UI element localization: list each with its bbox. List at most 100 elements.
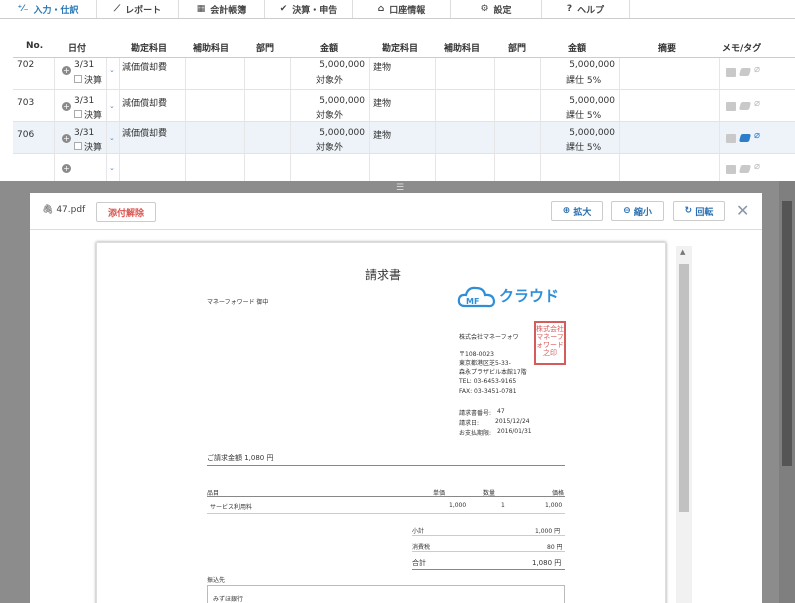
settle-checkbox[interactable] — [74, 142, 82, 150]
divider — [207, 465, 565, 466]
credit-tax[interactable]: 課仕 5% — [566, 73, 601, 86]
nav-item-books[interactable]: ▦ 会計帳簿 — [179, 0, 265, 18]
page-scrollbar[interactable] — [779, 181, 795, 603]
row-date[interactable]: 3/31 — [74, 128, 94, 138]
table-row[interactable]: 702 + 3/31 決算 ⌄ 減価償却費 5,000,000 対象外 建物 5… — [13, 58, 795, 90]
row-date[interactable]: 3/31 — [74, 96, 94, 106]
credit-tax[interactable]: 課仕 5% — [566, 108, 601, 121]
credit-amount[interactable]: 5,000,000 — [553, 96, 615, 106]
col-credit-account: 勘定科目 — [382, 44, 419, 54]
invoice-no: 47 — [497, 408, 505, 415]
memo-icon[interactable] — [726, 68, 736, 77]
credit-account[interactable]: 建物 — [373, 60, 391, 73]
debit-tax[interactable]: 対象外 — [316, 108, 343, 121]
rotate-button[interactable]: ↻ 回転 — [673, 201, 725, 221]
row-no: 702 — [17, 60, 35, 70]
credit-amount[interactable]: 5,000,000 — [553, 128, 615, 138]
debit-amount[interactable]: 5,000,000 — [303, 128, 365, 138]
viewer-scrollbar-thumb[interactable] — [679, 264, 689, 512]
company-zip: 〒108-0023 — [459, 351, 494, 358]
divider — [412, 569, 565, 570]
chevron-down-icon[interactable]: ⌄ — [109, 102, 115, 110]
memo-icon[interactable] — [726, 165, 736, 174]
credit-account[interactable]: 建物 — [373, 128, 391, 141]
paperclip-icon[interactable]: ⌀ — [754, 64, 760, 75]
debit-amount[interactable]: 5,000,000 — [303, 96, 365, 106]
divider — [540, 122, 541, 153]
debit-account[interactable]: 減価償却費 — [122, 96, 167, 109]
tag-icon[interactable] — [738, 68, 752, 76]
zoom-in-icon: ⊕ — [562, 206, 571, 216]
divider — [619, 122, 620, 153]
nav-item-settlement[interactable]: ✔ 決算・申告 — [265, 0, 353, 18]
nav-item-settings[interactable]: ⚙ 設定 — [451, 0, 542, 18]
settle-checkbox[interactable] — [74, 110, 82, 118]
company-fax: FAX: 03-3451-0781 — [459, 388, 517, 395]
col-debit-account: 勘定科目 — [131, 44, 168, 54]
divider — [54, 122, 55, 153]
zoom-out-button[interactable]: ⊖ 縮小 — [611, 201, 664, 221]
debit-tax[interactable]: 対象外 — [316, 73, 343, 86]
divider — [619, 58, 620, 89]
check-icon: ✔ — [279, 4, 288, 14]
divider — [106, 154, 107, 183]
book-icon: ▦ — [196, 4, 206, 14]
divider — [119, 90, 120, 121]
viewer-scrollbar[interactable]: ▲ — [676, 246, 692, 603]
logo-text: クラウド — [499, 287, 560, 305]
zoom-in-button[interactable]: ⊕ 拡大 — [551, 201, 603, 221]
page-scrollbar-thumb[interactable] — [782, 201, 792, 466]
debit-account[interactable]: 減価償却費 — [122, 60, 167, 73]
divider — [435, 90, 436, 121]
nav-item-input[interactable]: ⁺⁄₋ 入力・仕訳 — [0, 0, 97, 18]
tax-value: 80 円 — [547, 544, 563, 551]
nav-label: ヘルプ — [577, 5, 605, 16]
nav-item-report[interactable]: ⟋ レポート — [97, 0, 179, 18]
attachment-file[interactable]: 🖇 47.pdf — [42, 205, 85, 215]
zoom-in-label: 拡大 — [573, 207, 592, 218]
tag-icon[interactable] — [738, 102, 752, 110]
divider — [244, 58, 245, 89]
add-row-icon[interactable]: + — [62, 66, 71, 75]
invoice-date: 2015/12/24 — [495, 418, 530, 425]
chevron-down-icon[interactable]: ⌄ — [109, 164, 115, 172]
memo-icon[interactable] — [726, 134, 736, 143]
detach-button[interactable]: 添付解除 — [96, 202, 156, 222]
table-row[interactable]: 706 + 3/31 決算 ⌄ 減価償却費 5,000,000 対象外 建物 5… — [13, 122, 795, 154]
debit-amount[interactable]: 5,000,000 — [303, 60, 365, 70]
debit-account[interactable]: 減価償却費 — [122, 126, 167, 139]
chevron-down-icon[interactable]: ⌄ — [109, 66, 115, 74]
table-row[interactable]: 703 + 3/31 決算 ⌄ 減価償却費 5,000,000 対象外 建物 5… — [13, 90, 795, 122]
add-row-icon[interactable]: + — [62, 134, 71, 143]
add-row-icon[interactable]: + — [62, 164, 71, 173]
bank-name: みずほ銀行 — [213, 596, 244, 603]
close-icon[interactable]: ✕ — [736, 201, 749, 220]
nav-item-accounts[interactable]: ⌂ 口座情報 — [353, 0, 451, 18]
row-date[interactable]: 3/31 — [74, 60, 94, 70]
credit-account[interactable]: 建物 — [373, 96, 391, 109]
col-summary: 摘要 — [658, 44, 677, 54]
row-no: 706 — [17, 130, 35, 140]
scroll-up-icon[interactable]: ▲ — [680, 248, 685, 256]
rotate-icon: ↻ — [684, 206, 693, 216]
credit-tax[interactable]: 課仕 5% — [566, 140, 601, 153]
tag-icon[interactable] — [738, 134, 752, 142]
paperclip-icon[interactable]: ⌀ — [754, 130, 760, 141]
col-date: 日付 — [68, 44, 87, 54]
divider — [54, 90, 55, 121]
debit-tax[interactable]: 対象外 — [316, 140, 343, 153]
tag-icon[interactable] — [738, 165, 752, 173]
paperclip-icon[interactable]: ⌀ — [754, 161, 760, 172]
credit-amount[interactable]: 5,000,000 — [553, 60, 615, 70]
nav-label: レポート — [125, 5, 162, 16]
table-row[interactable]: + ⌄ ⌀ — [13, 154, 795, 184]
resize-grip-icon[interactable]: ☰ — [396, 183, 404, 193]
nav-item-help[interactable]: ? ヘルプ — [542, 0, 630, 18]
zoom-out-icon: ⊖ — [623, 206, 631, 216]
chevron-down-icon[interactable]: ⌄ — [109, 134, 115, 142]
settle-checkbox[interactable] — [74, 75, 82, 83]
memo-icon[interactable] — [726, 102, 736, 111]
paperclip-icon[interactable]: ⌀ — [754, 98, 760, 109]
add-row-icon[interactable]: + — [62, 102, 71, 111]
divider — [719, 58, 720, 89]
